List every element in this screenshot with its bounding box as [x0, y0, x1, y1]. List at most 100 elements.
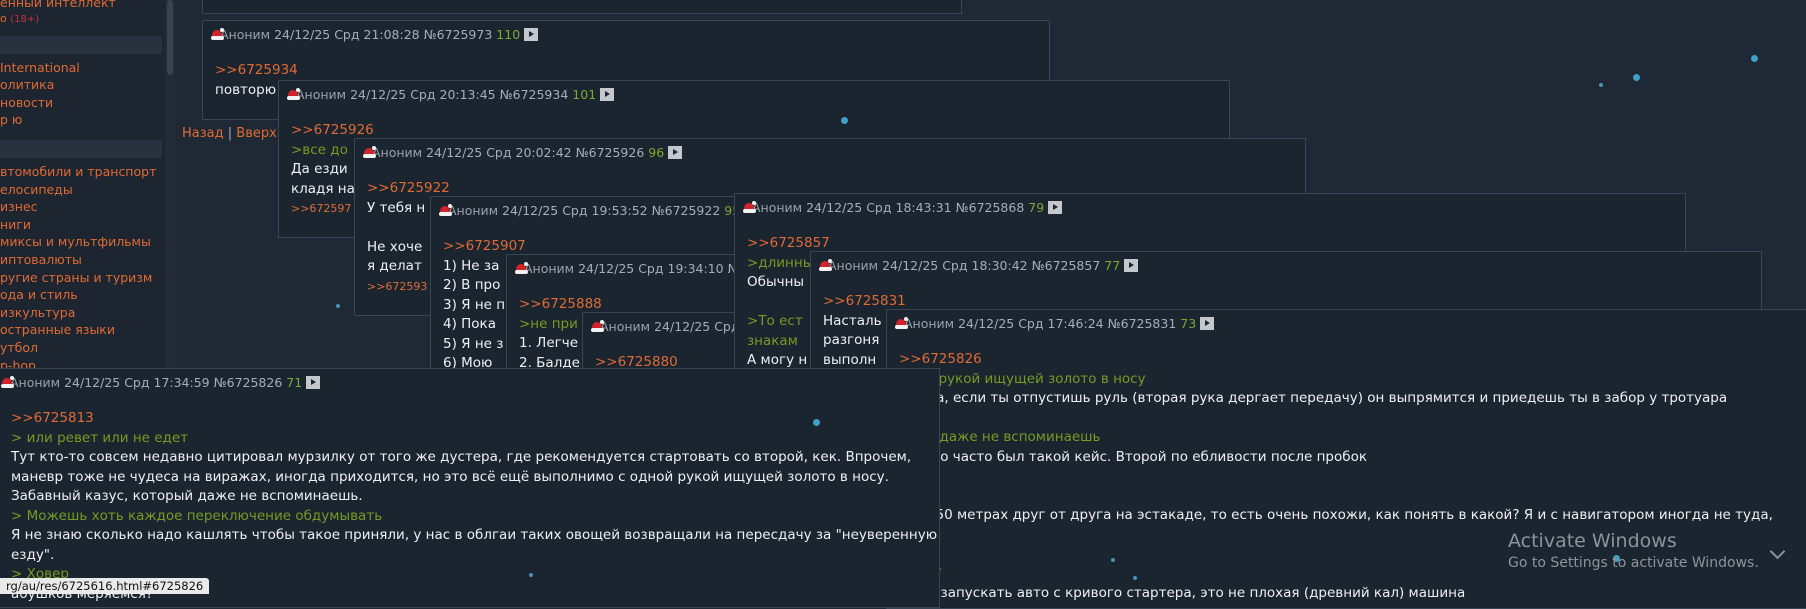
post-text-line: 1) Не за	[443, 257, 500, 274]
post-popup[interactable]: Аноним 24/12/25 Срд 17:34:59 №6725826 71 >…	[0, 368, 940, 608]
post-number[interactable]: №6725926	[576, 145, 645, 160]
activate-windows-title: Activate Windows	[1508, 530, 1677, 552]
post-header: Аноним 24/12/25 Срд 18:30:42 №6725857 77	[819, 258, 1139, 273]
greentext-line: >не при	[519, 315, 578, 332]
post-ordinal: 110	[496, 27, 521, 42]
sidebar-item[interactable]: иптовалюты	[0, 251, 82, 268]
post-ordinal: 73	[1180, 316, 1197, 331]
sidebar-section-header	[0, 36, 162, 54]
post-header: Аноним 24/12/25 Срд 20:02:42 №6725926 96	[363, 145, 683, 160]
post-menu-button[interactable]	[1124, 259, 1139, 272]
adult-badge: (18+)	[10, 14, 40, 25]
poster-name: Аноним	[828, 258, 879, 273]
sidebar-item[interactable]: ниги	[0, 216, 31, 233]
post-header: Аноним 24/12/25 Срд 21:08:28 №6725973 110	[211, 27, 539, 42]
post-text-line: я делат	[367, 258, 422, 274]
sidebar-item[interactable]: миксы и мультфильмы	[0, 233, 151, 250]
post-number[interactable]: №6725868	[956, 200, 1025, 215]
sidebar-item[interactable]: ругие страны и туризм	[0, 269, 152, 286]
post-menu-button[interactable]	[668, 146, 683, 159]
post-text-line: повторю	[215, 81, 277, 98]
santa-hat-icon	[287, 88, 300, 100]
activate-windows-subtitle: Go to Settings to activate Windows.	[1508, 555, 1759, 571]
sidebar-item[interactable]: ода и стиль	[0, 286, 78, 303]
reply-link[interactable]: >>6725826	[899, 350, 982, 369]
post-number[interactable]: №6725922	[652, 203, 721, 218]
santa-hat-icon	[515, 262, 528, 274]
greentext-line: > или ревет или не едет	[11, 429, 189, 446]
thread-post-edge	[202, 0, 962, 14]
post-text-line: разгоня	[823, 332, 880, 348]
santa-hat-icon	[895, 317, 908, 329]
post-number[interactable]: №6725973	[424, 27, 493, 42]
snowflake	[1133, 576, 1137, 580]
sidebar-item[interactable]: утбол	[0, 339, 38, 356]
sidebar-item-international[interactable]: International	[0, 59, 80, 76]
santa-hat-icon	[439, 204, 452, 216]
post-number[interactable]: №6725826	[214, 375, 283, 390]
reply-link[interactable]: >>672593	[367, 277, 427, 296]
post-text-line: лушка, если ты отпустишь руль (вторая ру…	[899, 390, 1728, 406]
post-header: Аноним 24/12/25 Срд 1	[591, 319, 755, 334]
post-text-line: ды в 50 метрах друг от друга на эстакаде…	[899, 507, 1773, 523]
santa-hat-icon	[363, 146, 376, 158]
poster-name: Аноним	[10, 375, 61, 390]
post-text-line: Да езди	[291, 161, 348, 177]
post-text-line: 1. Легче	[519, 335, 579, 351]
nav-separator: |	[227, 126, 233, 141]
post-date: 24/12/25 Срд 18:30:42	[882, 258, 1028, 273]
post-menu-button[interactable]	[524, 28, 539, 41]
greentext-line: > Можешь хоть каждое переключение обдумы…	[11, 507, 383, 524]
snowflake	[1599, 83, 1603, 87]
reply-link[interactable]: >>672597	[291, 199, 351, 218]
post-text-line: Я не знаю сколько надо кашлять чтобы так…	[11, 527, 938, 543]
post-text-line: аточно часто был такой кейс. Второй по е…	[899, 448, 1367, 465]
snowflake	[529, 573, 533, 577]
post-text-line: 5) Я не з	[443, 335, 504, 352]
sidebar-item[interactable]: изнес	[0, 198, 38, 215]
sidebar-item-news[interactable]: новости	[0, 94, 53, 111]
sidebar-scrollbar-thumb[interactable]	[167, 0, 173, 75]
post-ordinal: 77	[1104, 258, 1121, 273]
sidebar-item-adult[interactable]: о (18+)	[0, 10, 39, 28]
reply-link[interactable]: >>6725813	[11, 409, 94, 428]
up-link[interactable]: Вверх	[236, 126, 277, 141]
greentext-line: знакам	[747, 332, 798, 349]
post-menu-button[interactable]	[600, 88, 615, 101]
post-text-line: маневр тоже не чудеса на виражах, иногда…	[11, 468, 889, 485]
sidebar-item[interactable]: елосипеды	[0, 181, 73, 198]
post-ordinal: 79	[1028, 200, 1045, 215]
post-text-line: Не хоче	[367, 238, 423, 255]
post-text-line: 2) В про	[443, 277, 501, 293]
post-number[interactable]: №6725857	[1032, 258, 1101, 273]
post-header: Аноним 24/12/25 Срд 17:34:59 №6725826 71	[1, 375, 321, 390]
greentext-line: >все до	[291, 141, 348, 158]
post-menu-button[interactable]	[1200, 317, 1215, 330]
back-link[interactable]: Назад	[182, 126, 224, 141]
post-menu-button[interactable]	[1048, 201, 1063, 214]
post-number[interactable]: №6725831	[1108, 316, 1177, 331]
post-text-line: езду".	[11, 546, 55, 563]
poster-name: Аноним	[296, 87, 347, 102]
santa-hat-icon	[1, 376, 14, 388]
post-date: 24/12/25 Срд 17:34:59	[64, 375, 210, 390]
santa-hat-icon	[591, 320, 604, 332]
reply-link[interactable]: >>6725934	[215, 61, 298, 80]
sidebar-item[interactable]: остранные языки	[0, 321, 115, 338]
chevron-down-icon[interactable]	[1766, 544, 1788, 566]
sidebar-item[interactable]: изкультура	[0, 304, 75, 321]
post-date: 24/12/25 Срд 17:46:24	[958, 316, 1104, 331]
post-number[interactable]: №6725934	[500, 87, 569, 102]
post-menu-button[interactable]	[306, 376, 321, 389]
sidebar-item-politics[interactable]: олитика	[0, 76, 54, 93]
link-status-bar: rg/au/res/6725616.html#6725826	[0, 578, 210, 594]
sidebar-section-header	[0, 140, 162, 158]
post-header: Аноним 24/12/25 Срд 19:34:10 №67	[515, 261, 761, 276]
post-date: 24/12/25 Срд 18:43:31	[806, 200, 952, 215]
sidebar-item-ru[interactable]: р ю	[0, 111, 22, 128]
post-header: Аноним 24/12/25 Срд 17:46:24 №6725831 73	[895, 316, 1215, 331]
post-ordinal: 96	[648, 145, 665, 160]
sidebar-item[interactable]: втомобили и транспорт	[0, 163, 156, 180]
poster-name: Аноним	[220, 27, 271, 42]
poster-name: Аноним	[372, 145, 423, 160]
